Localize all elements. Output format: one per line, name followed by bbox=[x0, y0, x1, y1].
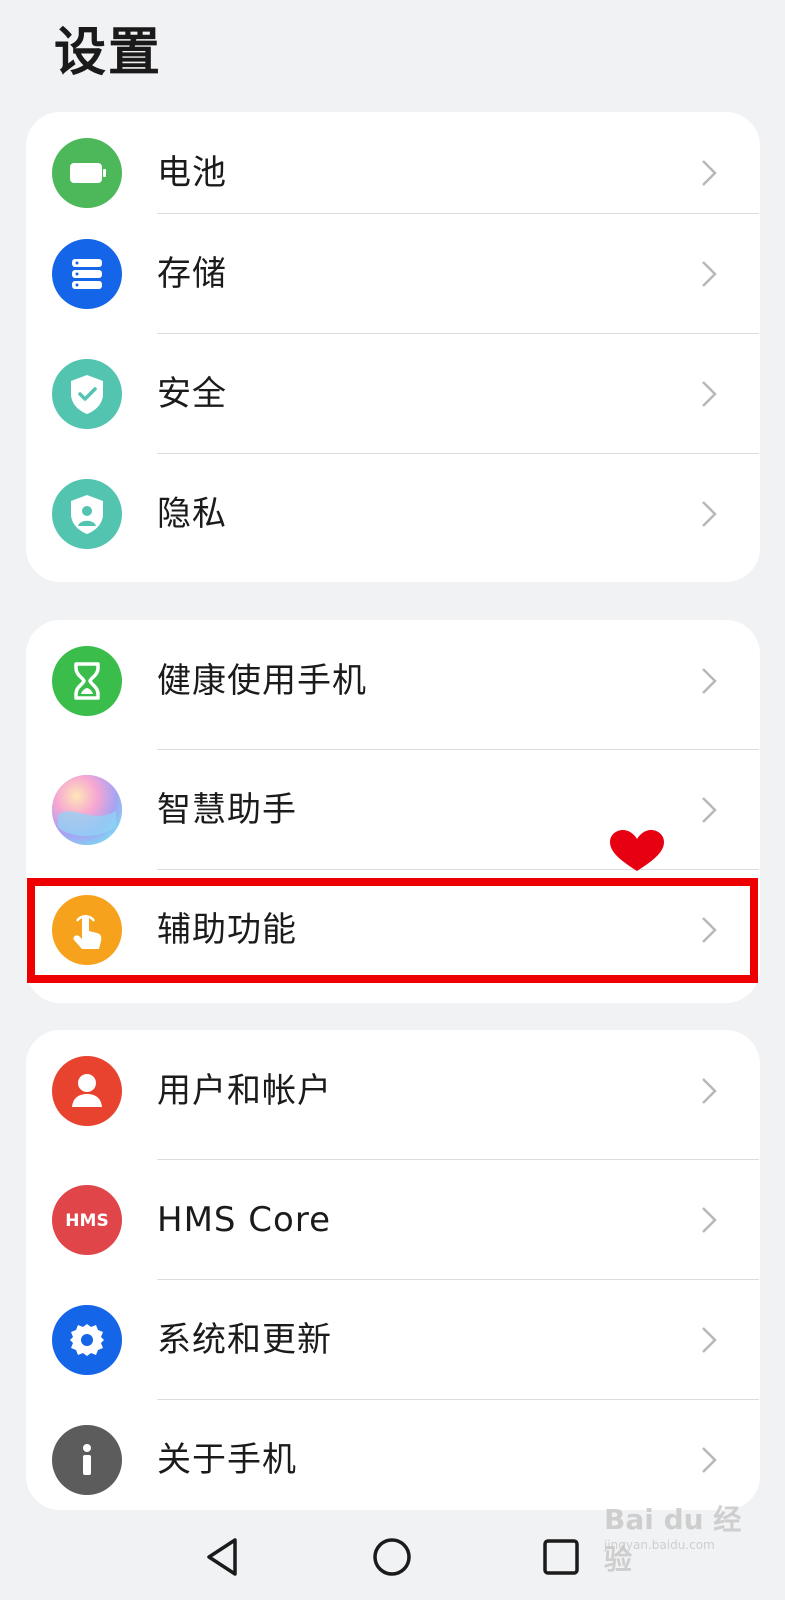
settings-item-label: 健康使用手机 bbox=[157, 661, 367, 701]
recents-square-icon[interactable] bbox=[536, 1532, 586, 1582]
info-icon bbox=[52, 1425, 122, 1495]
gear-icon bbox=[52, 1305, 122, 1375]
hms-core-icon: HMS bbox=[52, 1185, 122, 1255]
chevron-right-icon bbox=[699, 665, 719, 697]
chevron-right-icon bbox=[699, 258, 719, 290]
settings-item-label: 安全 bbox=[157, 374, 227, 414]
settings-item-label: 辅助功能 bbox=[157, 910, 297, 950]
page-title: 设置 bbox=[54, 23, 163, 83]
chevron-right-icon bbox=[699, 378, 719, 410]
heart-icon bbox=[608, 829, 666, 873]
hourglass-icon bbox=[52, 646, 122, 716]
settings-item-label: 隐私 bbox=[157, 494, 227, 534]
baidu-watermark: Bai du 经验 jingyan.baidu.com bbox=[600, 1488, 750, 1588]
chevron-right-icon bbox=[699, 1204, 719, 1236]
settings-group-device: 电池 存储 安全 隐私 bbox=[26, 112, 760, 582]
settings-group-assist: 健康使用手机 智慧助手 辅助功能 bbox=[26, 620, 760, 1003]
chevron-right-icon bbox=[699, 1075, 719, 1107]
settings-item-label: 智慧助手 bbox=[157, 790, 297, 830]
settings-item-storage[interactable]: 存储 bbox=[26, 213, 760, 335]
settings-item-label: 存储 bbox=[157, 254, 227, 294]
settings-item-digital-balance[interactable]: 健康使用手机 bbox=[26, 620, 760, 742]
settings-item-hms-core[interactable]: HMS HMS Core bbox=[26, 1159, 760, 1281]
storage-icon bbox=[52, 239, 122, 309]
chevron-right-icon bbox=[699, 498, 719, 530]
privacy-shield-icon bbox=[52, 479, 122, 549]
settings-item-users-accounts[interactable]: 用户和帐户 bbox=[26, 1030, 760, 1152]
security-shield-icon bbox=[52, 359, 122, 429]
watermark-subtext: jingyan.baidu.com bbox=[604, 1538, 715, 1552]
settings-item-security[interactable]: 安全 bbox=[26, 333, 760, 455]
chevron-right-icon bbox=[699, 794, 719, 826]
home-circle-icon[interactable] bbox=[367, 1532, 417, 1582]
user-icon bbox=[52, 1056, 122, 1126]
settings-group-system: 用户和帐户 HMS HMS Core 系统和更新 关于手机 bbox=[26, 1030, 760, 1510]
chevron-right-icon bbox=[699, 914, 719, 946]
settings-item-label: HMS Core bbox=[157, 1200, 331, 1240]
settings-item-privacy[interactable]: 隐私 bbox=[26, 453, 760, 575]
chevron-right-icon bbox=[699, 1324, 719, 1356]
chevron-right-icon bbox=[699, 157, 719, 189]
chevron-right-icon bbox=[699, 1444, 719, 1476]
back-triangle-icon[interactable] bbox=[199, 1532, 249, 1582]
settings-item-label: 系统和更新 bbox=[157, 1320, 332, 1360]
assistant-orb-icon bbox=[52, 775, 122, 845]
svg-text:HMS: HMS bbox=[65, 1211, 108, 1231]
battery-icon bbox=[52, 138, 122, 208]
accessibility-hand-icon bbox=[52, 895, 122, 965]
settings-item-label: 用户和帐户 bbox=[157, 1071, 332, 1111]
settings-item-accessibility[interactable]: 辅助功能 bbox=[26, 869, 760, 991]
settings-item-label: 关于手机 bbox=[157, 1440, 297, 1480]
settings-item-system-update[interactable]: 系统和更新 bbox=[26, 1279, 760, 1401]
